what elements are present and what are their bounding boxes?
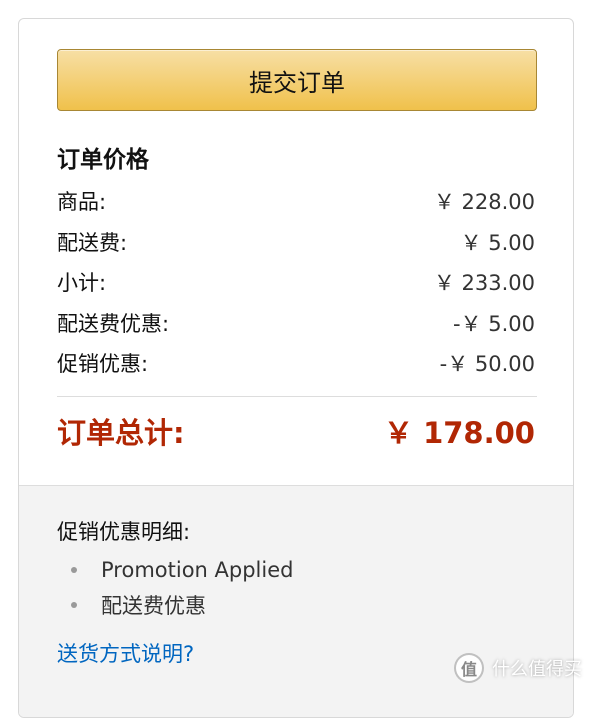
price-row-subtotal: 小计: ￥ 233.00 [57, 262, 535, 303]
price-amount: -￥ 5.00 [453, 308, 535, 338]
price-label: 配送费优惠: [57, 308, 169, 338]
bullet-icon [71, 567, 77, 573]
order-price-title: 订单价格 [57, 145, 535, 175]
watermark-text: 什么值得买 [492, 655, 582, 681]
price-label: 商品: [57, 186, 106, 216]
order-total-label: 订单总计: [57, 410, 185, 452]
price-row-items: 商品: ￥ 228.00 [57, 181, 535, 222]
promotion-details-section: 促销优惠明细: Promotion Applied 配送费优惠 送货方式说明? [19, 485, 573, 718]
price-label: 促销优惠: [57, 348, 148, 378]
promotion-list: Promotion Applied 配送费优惠 [57, 552, 535, 622]
bullet-icon [71, 602, 77, 608]
price-label: 配送费: [57, 227, 127, 257]
watermark: 值 什么值得买 [454, 653, 582, 683]
price-row-shipping: 配送费: ￥ 5.00 [57, 222, 535, 263]
price-row-promo-discount: 促销优惠: -￥ 50.00 [57, 343, 535, 384]
price-amount: ￥ 233.00 [434, 267, 535, 297]
submit-order-button[interactable]: 提交订单 [57, 49, 537, 111]
order-total-amount: ￥ 178.00 [384, 410, 535, 452]
list-item: Promotion Applied [57, 552, 535, 587]
price-amount: -￥ 50.00 [440, 348, 535, 378]
order-summary-panel: 提交订单 订单价格 商品: ￥ 228.00 配送费: ￥ 5.00 小计: ￥… [18, 18, 574, 718]
watermark-logo-icon: 值 [454, 653, 484, 683]
price-list: 商品: ￥ 228.00 配送费: ￥ 5.00 小计: ￥ 233.00 配送… [57, 181, 535, 384]
promotion-details-title: 促销优惠明细: [57, 516, 535, 548]
promotion-item-label: 配送费优惠 [101, 590, 206, 620]
list-item: 配送费优惠 [57, 587, 535, 622]
divider [57, 396, 537, 397]
order-total-row: 订单总计: ￥ 178.00 [57, 411, 535, 451]
price-label: 小计: [57, 267, 106, 297]
order-summary-top: 提交订单 订单价格 商品: ￥ 228.00 配送费: ￥ 5.00 小计: ￥… [19, 19, 573, 485]
promotion-item-label: Promotion Applied [101, 558, 293, 582]
price-row-shipping-discount: 配送费优惠: -￥ 5.00 [57, 303, 535, 344]
price-amount: ￥ 5.00 [461, 227, 535, 257]
submit-order-label: 提交订单 [249, 63, 345, 98]
shipping-info-link[interactable]: 送货方式说明? [57, 638, 194, 668]
price-amount: ￥ 228.00 [434, 186, 535, 216]
